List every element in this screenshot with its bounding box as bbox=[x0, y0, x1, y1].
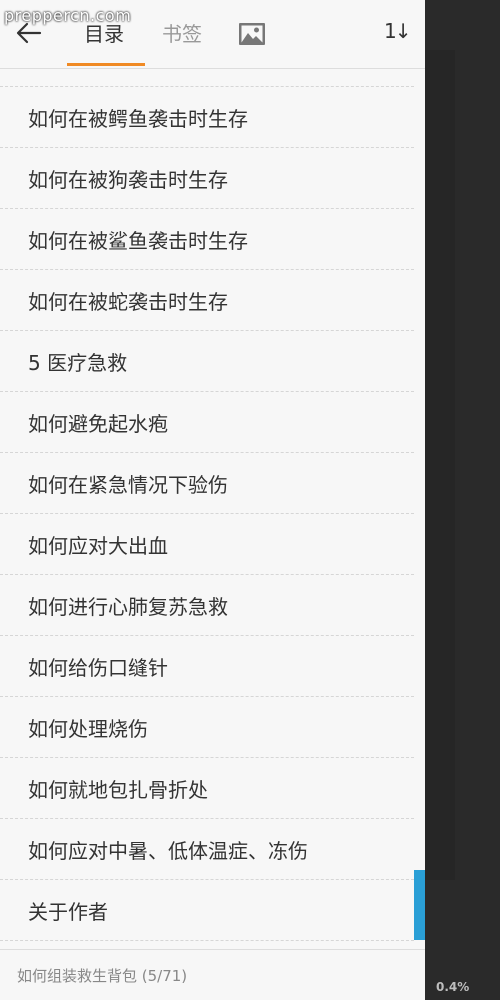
watermark-text: preppercn.com bbox=[4, 6, 132, 25]
toc-drawer: 目录 书签 1↓ 如何在被鳄鱼袭击时生存 如何在被狗袭击时生存 如何在被鲨鱼袭击… bbox=[0, 0, 425, 1000]
toc-item[interactable]: 关于作者 bbox=[0, 880, 414, 941]
toc-list: 如何在被鳄鱼袭击时生存 如何在被狗袭击时生存 如何在被鲨鱼袭击时生存 如何在被蛇… bbox=[0, 87, 414, 949]
toc-item[interactable]: 如何进行心肺复苏急救 bbox=[0, 575, 414, 636]
reading-progress: 0.4% bbox=[436, 980, 470, 994]
toc-item[interactable]: 如何处理烧伤 bbox=[0, 697, 414, 758]
toc-item[interactable]: 如何就地包扎骨折处 bbox=[0, 758, 414, 819]
image-icon[interactable] bbox=[238, 22, 266, 46]
toc-chapter-item[interactable]: 5 医疗急救 bbox=[0, 331, 414, 392]
toc-item[interactable]: 如何在被狗袭击时生存 bbox=[0, 148, 414, 209]
toc-item[interactable]: 如何在被蛇袭击时生存 bbox=[0, 270, 414, 331]
toc-item[interactable]: 如何在紧急情况下验伤 bbox=[0, 453, 414, 514]
toc-item[interactable]: 如何应对中暑、低体温症、冻伤 bbox=[0, 819, 414, 880]
tab-bookmarks[interactable]: 书签 bbox=[162, 18, 202, 47]
toc-item[interactable]: 如何给伤口缝针 bbox=[0, 636, 414, 697]
active-tab-indicator bbox=[67, 63, 145, 66]
toc-item[interactable]: 如何在被鳄鱼袭击时生存 bbox=[0, 87, 414, 148]
scrollbar-thumb[interactable] bbox=[414, 870, 425, 940]
reader-page-edge bbox=[425, 50, 455, 880]
sort-icon[interactable]: 1↓ bbox=[384, 19, 412, 43]
toc-item[interactable]: 如何在被鲨鱼袭击时生存 bbox=[0, 209, 414, 270]
current-chapter-footer[interactable]: 如何组装救生背包 (5/71) bbox=[0, 949, 425, 1000]
toc-item[interactable]: 如何避免起水疱 bbox=[0, 392, 414, 453]
toc-item[interactable]: 如何应对大出血 bbox=[0, 514, 414, 575]
